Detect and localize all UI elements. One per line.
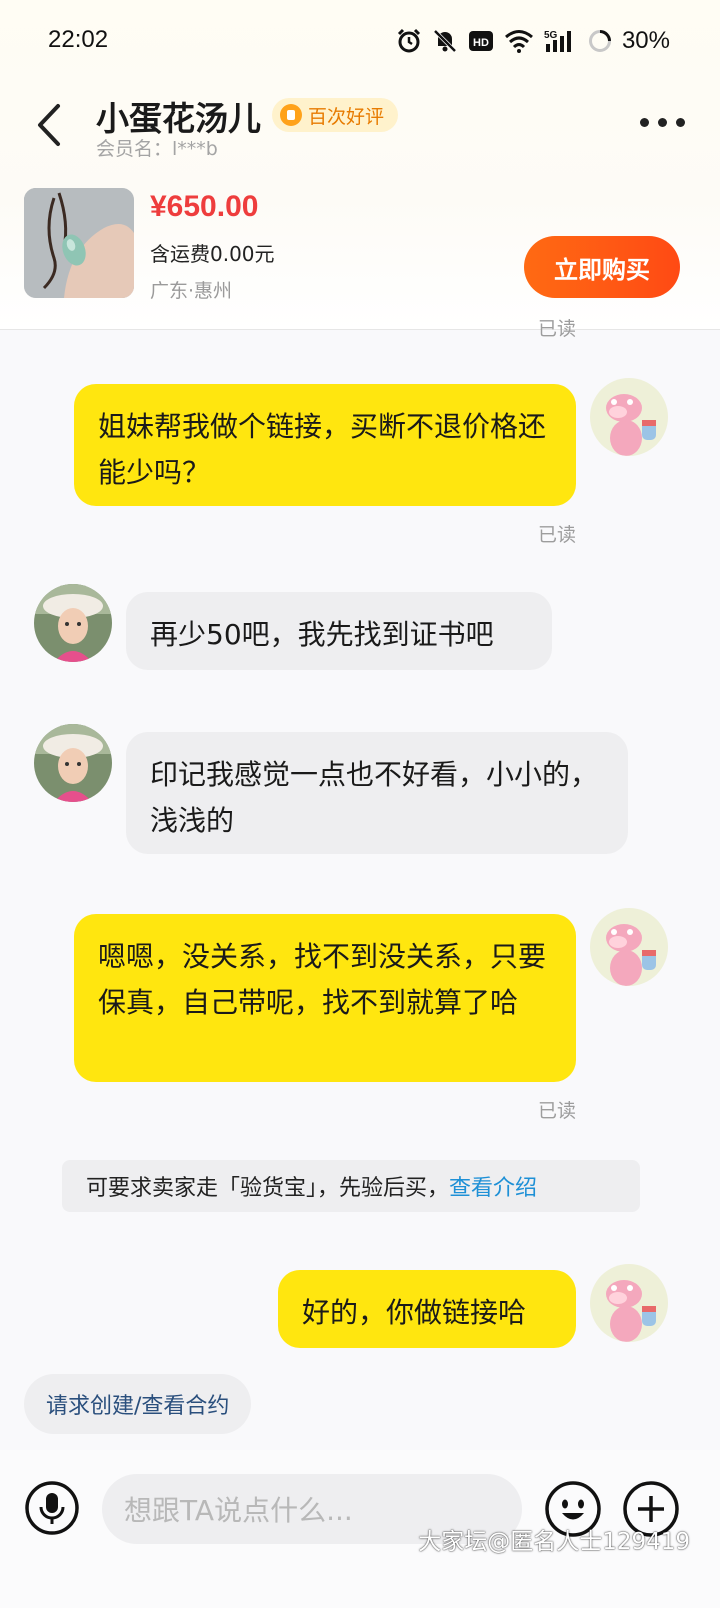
more-button[interactable] — [640, 110, 690, 134]
my-avatar[interactable] — [590, 908, 668, 986]
alarm-icon — [397, 28, 421, 53]
watermark: 大家坛@匿名人士129419 — [418, 1529, 690, 1555]
chevron-left-icon — [38, 104, 60, 146]
status-icons: HD 5G 30% — [396, 26, 670, 56]
product-photo — [24, 188, 134, 298]
seller-message-bubble[interactable]: 再少50吧，我先找到证书吧 — [126, 592, 552, 670]
battery-icon — [588, 30, 611, 52]
my-message-bubble[interactable]: 好的，你做链接哈 — [278, 1270, 576, 1348]
my-message-bubble[interactable]: 姐妹帮我做个链接，买断不退价格还能少吗？ — [74, 384, 576, 506]
read-status: 已读 — [538, 318, 577, 340]
notice-text: 可要求卖家走「验货宝」，先验后买， — [86, 1176, 450, 1201]
seller-name[interactable]: 小蛋花汤儿 — [96, 92, 261, 140]
seller-location: 广东·惠州 — [150, 280, 233, 302]
inspection-notice: 可要求卖家走「验货宝」，先验后买， 查看介绍 — [62, 1160, 640, 1212]
view-intro-link[interactable]: 查看介绍 — [449, 1170, 537, 1202]
seller-photo — [34, 584, 112, 662]
more-dot — [658, 117, 667, 127]
product-image[interactable] — [24, 188, 134, 298]
seller-avatar[interactable] — [34, 584, 112, 662]
seller-message-bubble[interactable]: 印记我感觉一点也不好看，小小的，浅浅的 — [126, 732, 628, 854]
badge-label: 百次好评 — [308, 105, 385, 128]
5g-signal-icon: 5G — [544, 30, 571, 52]
back-button[interactable] — [30, 100, 70, 150]
hd-icon: HD — [468, 31, 493, 51]
pink-panther-avatar — [590, 1264, 668, 1342]
battery-percent: 30% — [621, 27, 670, 54]
microphone-icon — [25, 1481, 79, 1535]
product-price: ¥650.00 — [150, 190, 259, 223]
my-avatar[interactable] — [590, 378, 668, 456]
member-name: 会员名：l***b — [96, 138, 218, 160]
status-time: 22:02 — [48, 26, 109, 53]
buy-now-button[interactable]: 立即购买 — [524, 236, 680, 298]
svg-text:HD: HD — [473, 37, 489, 49]
read-status: 已读 — [538, 1100, 577, 1122]
pink-panther-avatar — [590, 908, 668, 986]
read-status: 已读 — [538, 524, 577, 546]
more-dot — [640, 117, 649, 127]
my-avatar[interactable] — [590, 1264, 668, 1342]
seller-avatar[interactable] — [34, 724, 112, 802]
rating-badge: 百次好评 — [272, 98, 399, 132]
more-dot — [676, 117, 685, 127]
pink-panther-avatar — [590, 378, 668, 456]
mute-icon — [433, 29, 457, 53]
my-message-bubble[interactable]: 嗯嗯，没关系，找不到没关系，只要保真，自己带呢，找不到就算了哈 — [74, 914, 576, 1082]
shipping-info: 含运费0.00元 — [150, 242, 275, 266]
thumb-up-icon — [280, 104, 302, 126]
status-bar: 22:02 HD 5G 30% — [0, 0, 720, 84]
contract-button[interactable]: 请求创建/查看合约 — [24, 1374, 252, 1434]
seller-photo — [34, 724, 112, 802]
svg-text:5G: 5G — [544, 30, 558, 41]
voice-button[interactable] — [24, 1480, 80, 1536]
wifi-icon — [504, 30, 533, 53]
